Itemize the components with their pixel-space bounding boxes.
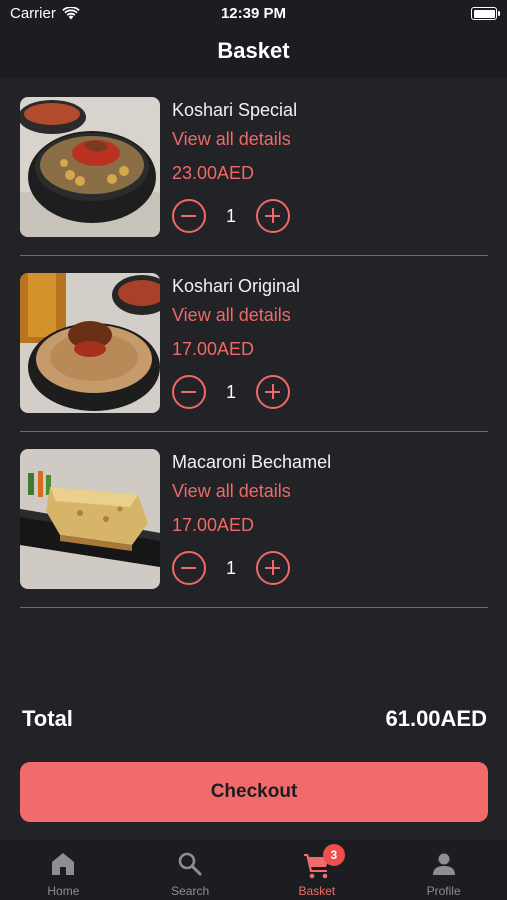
total-value: 61.00AED: [385, 706, 487, 731]
checkout-button[interactable]: Checkout: [20, 762, 488, 822]
koshari-original-photo[interactable]: [20, 273, 160, 413]
item-name: Koshari Special: [172, 100, 298, 120]
total-label: Total: [22, 706, 73, 731]
home-icon: [52, 853, 75, 875]
cart-count-badge: 3: [322, 844, 345, 866]
tab-bar: Home Search 3 Basket Profile: [0, 840, 507, 900]
increase-quantity-button[interactable]: [256, 375, 290, 409]
tab-search[interactable]: Search: [127, 840, 254, 900]
decrease-quantity-button[interactable]: [172, 375, 206, 409]
item-name: Macaroni Bechamel: [172, 452, 332, 472]
view-details-link[interactable]: View all details: [172, 305, 291, 326]
koshari-special-photo[interactable]: [20, 97, 160, 237]
tab-basket[interactable]: 3 Basket: [254, 840, 381, 900]
view-details-link[interactable]: View all details: [172, 129, 291, 150]
item-name: Koshari Original: [172, 276, 301, 296]
basket-item: Macaroni Bechamel View all details 17.00…: [20, 432, 488, 608]
tab-home[interactable]: Home: [0, 840, 127, 900]
tab-label: Profile: [426, 884, 461, 898]
item-price: 17.00AED: [172, 339, 255, 359]
quantity-stepper: 1: [172, 199, 290, 233]
basket-list: Koshari Special View all details 23.00AE…: [20, 80, 488, 608]
page-title: Basket: [217, 38, 290, 63]
item-price: 17.00AED: [172, 515, 255, 535]
tab-label: Basket: [298, 884, 336, 898]
tab-label: Search: [171, 884, 210, 898]
increase-quantity-button[interactable]: [256, 199, 290, 233]
navigation-bar: Basket: [0, 28, 507, 78]
macaroni-bechamel-photo[interactable]: [20, 449, 160, 589]
person-icon: [432, 853, 455, 875]
quantity-value: 1: [225, 381, 236, 402]
tab-profile[interactable]: Profile: [380, 840, 507, 900]
quantity-value: 1: [225, 557, 236, 578]
quantity-stepper: 1: [172, 375, 290, 409]
basket-item: Koshari Special View all details 23.00AE…: [20, 80, 488, 256]
view-details-link[interactable]: View all details: [172, 481, 291, 502]
search-icon: [178, 852, 202, 876]
decrease-quantity-button[interactable]: [172, 551, 206, 585]
basket-item: Koshari Original View all details 17.00A…: [20, 256, 488, 432]
battery-icon: [471, 7, 500, 20]
quantity-value: 1: [225, 205, 236, 226]
tab-label: Home: [47, 884, 80, 898]
clock: 12:39 PM: [220, 5, 287, 22]
status-bar: Carrier 12:39 PM: [0, 0, 507, 28]
increase-quantity-button[interactable]: [256, 551, 290, 585]
decrease-quantity-button[interactable]: [172, 199, 206, 233]
item-price: 23.00AED: [172, 163, 255, 183]
quantity-stepper: 1: [172, 551, 290, 585]
